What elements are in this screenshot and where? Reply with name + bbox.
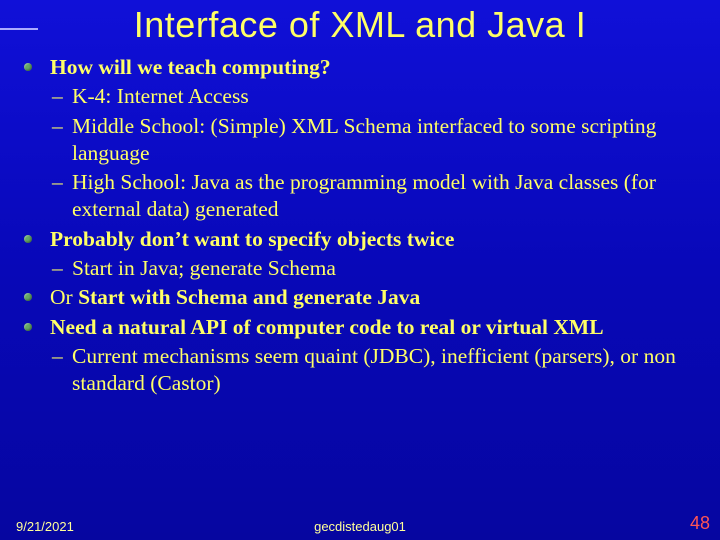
sub-list: Start in Java; generate Schema [50,255,706,282]
slide-body: How will we teach computing? K-4: Intern… [22,54,706,400]
bullet-icon [24,293,32,301]
bullet-prefix: Or [50,285,78,309]
bullet-lead: Start with Schema and generate Java [78,285,420,309]
bullet-item: Or Start with Schema and generate Java [22,284,706,311]
bullet-icon [24,63,32,71]
footer-page-number: 48 [690,513,710,534]
sub-item: K-4: Internet Access [50,83,706,110]
sub-list: K-4: Internet Access Middle School: (Sim… [50,83,706,223]
bullet-icon [24,323,32,331]
bullet-lead: How will we teach computing? [50,55,331,79]
slide: Interface of XML and Java I How will we … [0,0,720,540]
sub-item: Start in Java; generate Schema [50,255,706,282]
slide-footer: 9/21/2021 gecdistedaug01 48 [0,514,720,534]
sub-item: Current mechanisms seem quaint (JDBC), i… [50,343,706,398]
bullet-list: How will we teach computing? K-4: Intern… [22,54,706,398]
sub-list: Current mechanisms seem quaint (JDBC), i… [50,343,706,398]
bullet-icon [24,235,32,243]
slide-title: Interface of XML and Java I [0,4,720,46]
sub-item: High School: Java as the programming mod… [50,169,706,224]
bullet-lead: Need a natural API of computer code to r… [50,315,604,339]
footer-center: gecdistedaug01 [0,519,720,534]
sub-item: Middle School: (Simple) XML Schema inter… [50,113,706,168]
bullet-item: How will we teach computing? K-4: Intern… [22,54,706,224]
bullet-item: Probably don’t want to specify objects t… [22,226,706,283]
bullet-lead: Probably don’t want to specify objects t… [50,227,454,251]
bullet-item: Need a natural API of computer code to r… [22,314,706,398]
